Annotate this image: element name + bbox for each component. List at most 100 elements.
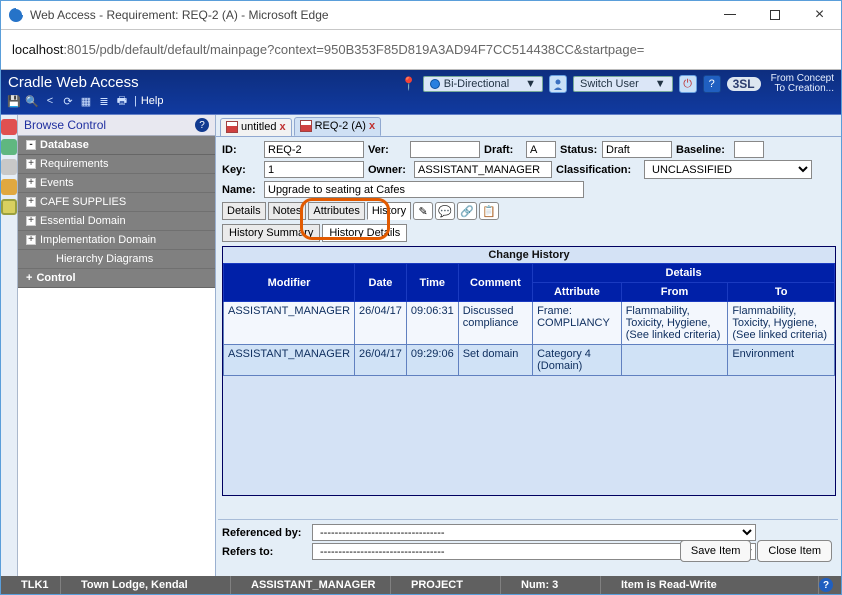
- owner-label: Owner:: [368, 164, 410, 176]
- sidebar-item-database[interactable]: - Database: [18, 136, 215, 155]
- tab-notes[interactable]: Notes: [268, 202, 307, 220]
- help-icon[interactable]: ?: [703, 75, 721, 93]
- expand-icon[interactable]: +: [26, 235, 36, 245]
- col-modifier: Modifier: [224, 264, 355, 302]
- close-item-button[interactable]: Close Item: [757, 540, 832, 562]
- sidebar-item-essential-domain[interactable]: + Essential Domain: [18, 212, 215, 231]
- owner-field[interactable]: [414, 161, 552, 178]
- ver-field[interactable]: [410, 141, 480, 158]
- expand-icon[interactable]: +: [26, 197, 36, 207]
- left-icon-strip: [0, 115, 18, 594]
- app-header: Cradle Web Access 💾 🔍 < ⟳ ▦ ≣ 🖶 | Help 📍…: [0, 70, 842, 114]
- strip-icon-1[interactable]: [1, 119, 17, 135]
- key-label: Key:: [222, 164, 260, 176]
- sidebar-item-control[interactable]: + Control: [18, 269, 215, 288]
- sidebar-item-label: Implementation Domain: [40, 234, 156, 246]
- expand-icon[interactable]: +: [26, 272, 32, 284]
- cell-to: Environment: [728, 345, 835, 376]
- cell-date: 26/04/17: [355, 302, 407, 345]
- name-field[interactable]: [264, 181, 584, 198]
- expand-icon[interactable]: +: [26, 178, 36, 188]
- baseline-field[interactable]: [734, 141, 764, 158]
- baseline-label: Baseline:: [676, 144, 730, 156]
- cell-time: 09:06:31: [406, 302, 458, 345]
- direction-selector[interactable]: Bi-Directional ▼: [423, 76, 543, 92]
- close-tab-icon[interactable]: x: [279, 121, 285, 133]
- detail-tab-strip: Details Notes Attributes History ✎ 💬 🔗 📋: [222, 202, 836, 220]
- expand-icon[interactable]: +: [26, 216, 36, 226]
- sidebar-item-hierarchy-diagrams[interactable]: Hierarchy Diagrams: [18, 250, 215, 269]
- col-to: To: [728, 283, 835, 302]
- sidebar-item-implementation-domain[interactable]: + Implementation Domain: [18, 231, 215, 250]
- strip-icon-5[interactable]: [1, 199, 17, 215]
- cell-date: 26/04/17: [355, 345, 407, 376]
- status-bar: TLK1 Town Lodge, Kendal ASSISTANT_MANAGE…: [1, 576, 841, 594]
- status-mode: Item is Read-Write: [601, 576, 819, 594]
- address-bar[interactable]: localhost:8015/pdb/default/default/mainp…: [0, 30, 842, 70]
- tab-label: untitled: [241, 121, 276, 133]
- status-field[interactable]: [602, 141, 672, 158]
- strip-icon-4[interactable]: [1, 179, 17, 195]
- search-icon[interactable]: 🔍: [24, 93, 40, 109]
- edit-icon[interactable]: ✎: [413, 202, 433, 220]
- refers-to-label: Refers to:: [222, 546, 308, 558]
- referenced-by-select[interactable]: ----------------------------------: [312, 524, 756, 541]
- sidebar-help-icon[interactable]: ?: [195, 118, 209, 132]
- pin-icon[interactable]: 📍: [401, 76, 417, 92]
- draft-field[interactable]: [526, 141, 556, 158]
- status-count: Num: 3: [501, 576, 601, 594]
- switch-user-selector[interactable]: Switch User ▼: [573, 76, 673, 92]
- tab-details[interactable]: Details: [222, 202, 266, 220]
- app-favicon: [8, 7, 24, 23]
- draft-label: Draft:: [484, 144, 522, 156]
- power-icon[interactable]: ⏻: [679, 75, 697, 93]
- copy-icon[interactable]: 📋: [479, 202, 499, 220]
- sidebar-group-label: Database: [40, 139, 89, 151]
- save-item-button[interactable]: Save Item: [680, 540, 752, 562]
- cell-from: Flammability, Toxicity, Hygiene, (See li…: [621, 302, 728, 345]
- grid-icon[interactable]: ▦: [78, 93, 94, 109]
- sidebar-item-cafe-supplies[interactable]: + CAFE SUPPLIES: [18, 193, 215, 212]
- cell-attribute: Frame: COMPLIANCY: [533, 302, 622, 345]
- tab-req[interactable]: REQ-2 (A) x: [294, 117, 381, 136]
- col-attribute: Attribute: [533, 283, 622, 302]
- close-window-button[interactable]: ×: [797, 0, 842, 30]
- strip-icon-2[interactable]: [1, 139, 17, 155]
- share-icon[interactable]: <: [42, 93, 58, 109]
- id-field[interactable]: [264, 141, 364, 158]
- print-icon[interactable]: 🖶: [114, 93, 130, 109]
- tab-history[interactable]: History: [367, 202, 411, 220]
- user-icon[interactable]: [549, 75, 567, 93]
- link-icon[interactable]: 🔗: [457, 202, 477, 220]
- sidebar-tree: - Database + Requirements + Events + CAF…: [18, 136, 215, 594]
- save-icon[interactable]: 💾: [6, 93, 22, 109]
- classification-select[interactable]: UNCLASSIFIED: [644, 160, 812, 179]
- expand-icon[interactable]: +: [26, 159, 36, 169]
- tab-attributes[interactable]: Attributes: [308, 202, 364, 220]
- refresh-icon[interactable]: ⟳: [60, 93, 76, 109]
- content-panel: untitled x REQ-2 (A) x ID: Ver: Draft: S…: [216, 115, 842, 594]
- maximize-button[interactable]: [752, 0, 797, 30]
- close-tab-icon[interactable]: x: [369, 120, 375, 132]
- sidebar-item-events[interactable]: + Events: [18, 174, 215, 193]
- history-row: ASSISTANT_MANAGER 26/04/17 09:06:31 Disc…: [224, 302, 835, 345]
- status-site: Town Lodge, Kendal: [61, 576, 231, 594]
- collapse-icon[interactable]: -: [26, 140, 36, 150]
- subtab-history-details[interactable]: History Details: [322, 224, 407, 242]
- status-help-icon[interactable]: ?: [819, 578, 833, 592]
- strip-icon-3[interactable]: [1, 159, 17, 175]
- comment-icon[interactable]: 💬: [435, 202, 455, 220]
- key-field[interactable]: [264, 161, 364, 178]
- status-code: TLK1: [1, 576, 61, 594]
- change-history-panel: Change History Modifier Date Time Commen…: [222, 246, 836, 496]
- sidebar-group-label: Control: [36, 272, 75, 284]
- help-link[interactable]: Help: [141, 95, 164, 107]
- minimize-button[interactable]: [707, 0, 752, 30]
- cell-time: 09:29:06: [406, 345, 458, 376]
- tab-untitled[interactable]: untitled x: [220, 118, 292, 136]
- vendor-logo: 3SL: [727, 77, 761, 91]
- doc-icon: [300, 120, 312, 132]
- list-icon[interactable]: ≣: [96, 93, 112, 109]
- sidebar-item-requirements[interactable]: + Requirements: [18, 155, 215, 174]
- subtab-history-summary[interactable]: History Summary: [222, 224, 320, 242]
